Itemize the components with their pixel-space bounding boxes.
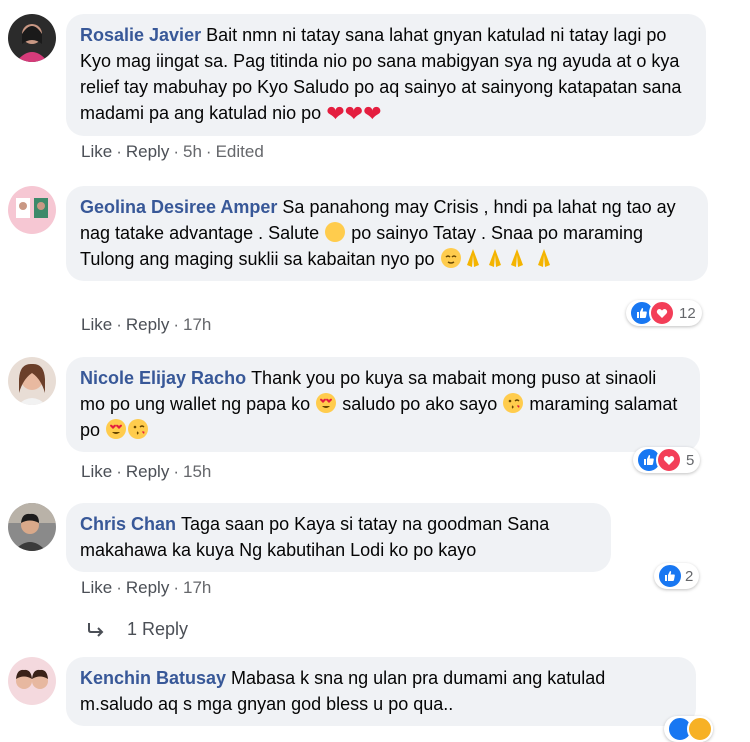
like-icon (657, 563, 683, 589)
reaction-summary[interactable]: 12 (626, 300, 702, 326)
comment-actions: Like · Reply · 17h (81, 315, 212, 334)
haha-icon (687, 716, 713, 742)
relieved-face-emoji (440, 248, 461, 268)
reaction-count: 12 (679, 304, 696, 322)
reaction-summary[interactable]: 5 (633, 447, 701, 473)
comment-text: saludo po ako sayo (342, 394, 498, 414)
avatar[interactable] (8, 14, 56, 62)
raising-hands-emoji (325, 222, 346, 242)
love-icon (649, 300, 675, 326)
kissing-heart-face-emoji (128, 419, 149, 439)
timestamp[interactable]: 17h (183, 578, 211, 597)
reply-link[interactable]: Reply (126, 315, 169, 334)
comment-actions: Like · Reply · 17h (81, 578, 212, 597)
comment-author[interactable]: Chris Chan (80, 514, 176, 534)
comment-author[interactable]: Rosalie Javier (80, 25, 201, 45)
red-heart-emoji: ❤ (326, 101, 345, 126)
like-link[interactable]: Like (81, 315, 112, 334)
like-link[interactable]: Like (81, 578, 112, 597)
avatar[interactable] (8, 186, 56, 234)
heart-eyes-face-emoji (106, 419, 127, 439)
reply-link[interactable]: Reply (126, 142, 169, 161)
comment-actions: Like · Reply · 15h (81, 462, 212, 481)
like-link[interactable]: Like (81, 142, 112, 161)
edited-label[interactable]: Edited (216, 142, 264, 161)
comment-bubble: Rosalie Javier Bait nmn ni tatay sana lah… (66, 14, 706, 136)
timestamp[interactable]: 17h (183, 315, 211, 334)
reaction-count: 5 (686, 451, 695, 469)
comment-bubble: Geolina Desiree Amper Sa panahong may Cri… (66, 186, 708, 281)
replies-count: 1 Reply (127, 619, 189, 639)
red-heart-emoji: ❤ (344, 101, 364, 126)
reaction-summary[interactable] (664, 716, 713, 742)
reaction-summary[interactable]: 2 (654, 563, 700, 589)
heart-eyes-face-emoji (316, 393, 337, 413)
folded-hands-emoji (463, 247, 483, 269)
like-link[interactable]: Like (81, 462, 112, 481)
reply-arrow-icon (86, 619, 108, 639)
reply-link[interactable]: Reply (126, 578, 169, 597)
love-icon (656, 447, 682, 473)
comment-bubble: Kenchin Batusay Mabasa k sna ng ulan pra … (66, 657, 696, 726)
avatar[interactable] (8, 357, 56, 405)
timestamp[interactable]: 5h (183, 142, 202, 161)
folded-hands-emoji (485, 247, 505, 269)
folded-hands-emoji (507, 247, 527, 269)
avatar[interactable] (8, 503, 56, 551)
reply-link[interactable]: Reply (126, 462, 169, 481)
reaction-count: 2 (685, 567, 694, 585)
comment-author[interactable]: Geolina Desiree Amper (80, 197, 277, 217)
comment-bubble: Chris Chan Taga saan po Kaya si tatay na … (66, 503, 611, 572)
view-replies-link[interactable]: 1 Reply (86, 619, 188, 640)
red-heart-emoji: ❤ (363, 101, 382, 126)
kissing-heart-face-emoji (503, 393, 524, 413)
avatar[interactable] (8, 657, 56, 705)
comment-bubble: Nicole Elijay Racho Thank you po kuya sa … (66, 357, 700, 452)
comment-author[interactable]: Nicole Elijay Racho (80, 368, 246, 388)
comment-author[interactable]: Kenchin Batusay (80, 668, 226, 688)
timestamp[interactable]: 15h (183, 462, 211, 481)
folded-hands-emoji (534, 247, 554, 269)
comment-actions: Like · Reply · 5h · Edited (81, 142, 264, 161)
